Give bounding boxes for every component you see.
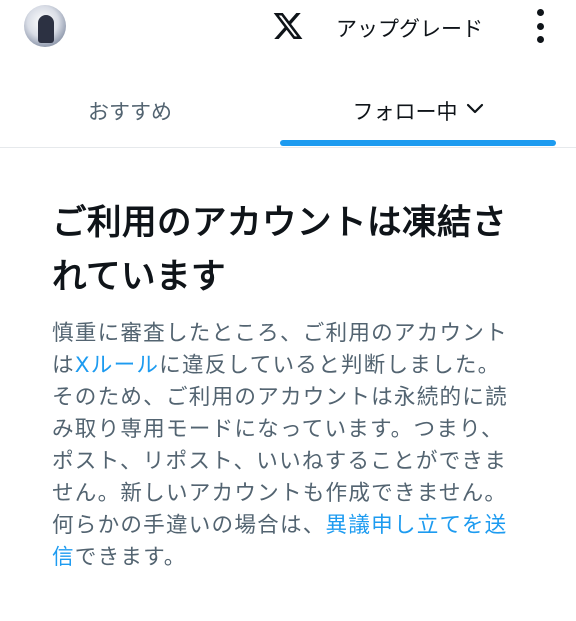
more-vertical-icon[interactable] bbox=[533, 9, 547, 43]
x-rules-link[interactable]: Xルール bbox=[75, 353, 159, 378]
top-bar: アップグレード bbox=[0, 0, 576, 52]
kebab-dot bbox=[536, 9, 544, 16]
x-logo-icon bbox=[273, 13, 303, 39]
notice-title: ご利用のアカウントは凍結されています bbox=[52, 203, 507, 297]
notice-body: 慎重に審査したところ、ご利用のアカウントはXルールに違反していると判断しました。… bbox=[52, 318, 522, 574]
tab-recommended-label: おすすめ bbox=[88, 100, 172, 124]
suspended-notice: ご利用のアカウントは凍結されています 慎重に審査したところ、ご利用のアカウントは… bbox=[52, 196, 522, 574]
timeline-tabs: おすすめ フォロー中 bbox=[0, 80, 576, 148]
notice-body-text: できます。 bbox=[74, 545, 187, 570]
tab-following-label: フォロー中 bbox=[352, 100, 458, 124]
user-avatar[interactable] bbox=[24, 5, 66, 47]
notice-body-text: に違反していると判断しました。そのため、ご利用のアカウントは永続的に読み取り専用… bbox=[52, 353, 508, 538]
tab-following[interactable]: フォロー中 bbox=[280, 80, 556, 148]
active-tab-indicator bbox=[280, 140, 556, 146]
chevron-down-icon bbox=[466, 103, 483, 114]
upgrade-button[interactable]: アップグレード bbox=[336, 13, 483, 43]
tab-recommended[interactable]: おすすめ bbox=[0, 80, 260, 148]
kebab-dot bbox=[536, 22, 544, 30]
kebab-dot bbox=[536, 36, 544, 43]
avatar-figure bbox=[38, 15, 54, 43]
